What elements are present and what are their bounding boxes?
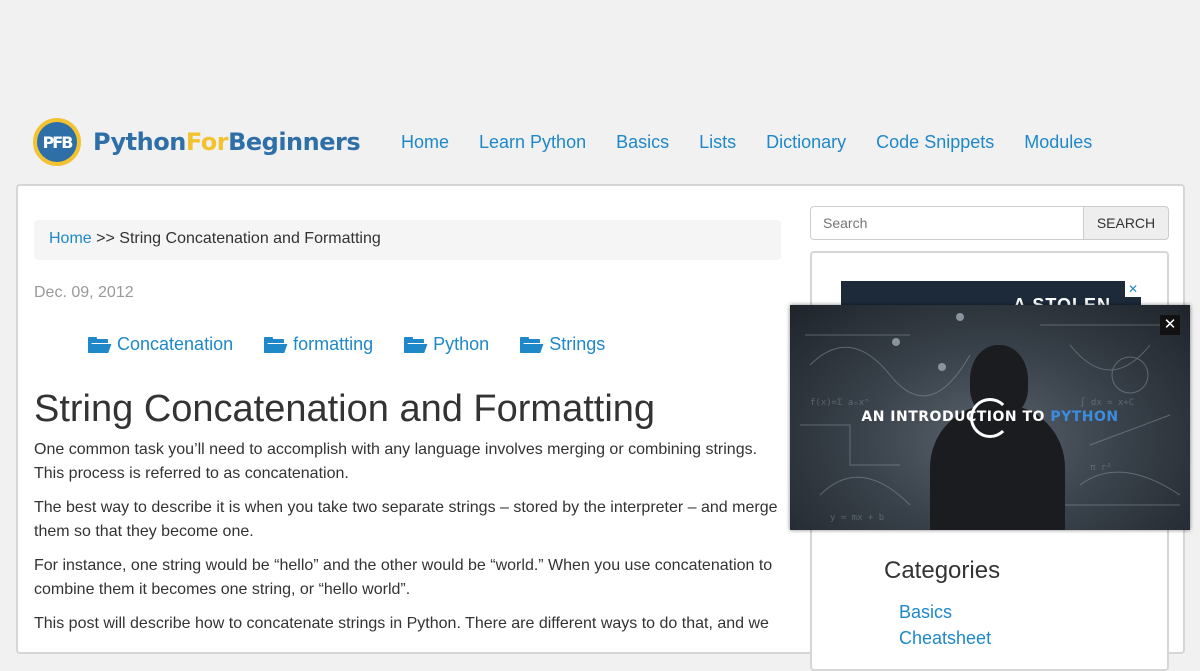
post-title: String Concatenation and Formatting — [34, 388, 656, 430]
tag-label: Strings — [549, 334, 606, 354]
post-paragraph: For instance, one string would be “hello… — [34, 557, 773, 598]
svg-text:π r²: π r² — [1090, 463, 1112, 473]
nav-home[interactable]: Home — [386, 132, 464, 153]
nav-basics[interactable]: Basics — [601, 132, 684, 153]
nav-lists[interactable]: Lists — [684, 132, 751, 153]
video-title-prefix: AN INTRODUCTION TO — [861, 409, 1045, 425]
folder-open-icon — [404, 336, 428, 353]
site-header: PFB PythonForBeginners Home Learn Python… — [0, 110, 1200, 180]
video-title-accent: PYTHON — [1050, 409, 1119, 425]
folder-open-icon — [520, 336, 545, 353]
decor-dot — [956, 313, 964, 321]
video-player[interactable]: f(x)=Σ aₙxⁿ ∫ dx = x+C y = mx + b π r² A… — [790, 305, 1190, 530]
svg-text:f(x)=Σ aₙxⁿ: f(x)=Σ aₙxⁿ — [810, 398, 870, 408]
search-input[interactable] — [810, 206, 1084, 240]
tag-label: Python — [433, 334, 490, 354]
search-form: SEARCH — [810, 206, 1169, 240]
breadcrumb-home-link[interactable]: Home — [49, 230, 92, 247]
video-title: AN INTRODUCTION TO PYTHON — [790, 409, 1190, 425]
logo-badge-icon: PFB — [33, 118, 81, 166]
logo-wordmark: PythonForBeginners — [93, 128, 361, 156]
site-logo[interactable]: PFB PythonForBeginners — [33, 118, 361, 166]
categories-heading: Categories — [884, 557, 1001, 584]
folder-open-icon — [264, 336, 288, 353]
post-paragraph: This post will describe how to concatena… — [34, 615, 769, 632]
breadcrumb-current: String Concatenation and Formatting — [119, 230, 381, 247]
nav-learn-python[interactable]: Learn Python — [464, 132, 601, 153]
logo-part-3: Beginners — [228, 128, 361, 156]
folder-open-icon — [88, 336, 112, 353]
post-paragraph: The best way to describe it is when you … — [34, 499, 778, 540]
video-figure — [930, 345, 1065, 530]
post-tags: Concatenation formatting Python Strings — [88, 334, 636, 355]
tag-concatenation[interactable]: Concatenation — [88, 334, 233, 355]
tag-strings[interactable]: Strings — [520, 334, 605, 355]
category-basics[interactable]: Basics — [899, 602, 952, 623]
main-nav: Home Learn Python Basics Lists Dictionar… — [386, 132, 1107, 153]
post-paragraph: One common task you’ll need to accomplis… — [34, 441, 758, 482]
decor-dot — [892, 338, 900, 346]
category-cheatsheet[interactable]: Cheatsheet — [899, 628, 991, 649]
tag-label: formatting — [293, 334, 374, 354]
top-ad-space — [0, 0, 1200, 110]
video-close-icon[interactable]: ✕ — [1160, 315, 1180, 335]
search-button[interactable]: SEARCH — [1084, 206, 1169, 240]
post-body: One common task you’ll need to accomplis… — [34, 438, 786, 646]
breadcrumb-separator: >> — [96, 230, 115, 247]
breadcrumb: Home >> String Concatenation and Formatt… — [34, 220, 781, 260]
tag-python[interactable]: Python — [404, 334, 489, 355]
logo-part-1: Python — [93, 128, 186, 156]
post-date: Dec. 09, 2012 — [34, 284, 134, 301]
svg-text:y = mx + b: y = mx + b — [830, 513, 884, 523]
nav-modules[interactable]: Modules — [1009, 132, 1107, 153]
tag-label: Concatenation — [117, 334, 234, 354]
logo-part-2: For — [185, 128, 229, 156]
ad-close-icon[interactable]: ✕ — [1125, 281, 1141, 297]
svg-text:∫ dx = x+C: ∫ dx = x+C — [1080, 397, 1134, 408]
logo-badge-text: PFB — [37, 122, 77, 162]
nav-dictionary[interactable]: Dictionary — [751, 132, 861, 153]
nav-code-snippets[interactable]: Code Snippets — [861, 132, 1009, 153]
tag-formatting[interactable]: formatting — [264, 334, 373, 355]
